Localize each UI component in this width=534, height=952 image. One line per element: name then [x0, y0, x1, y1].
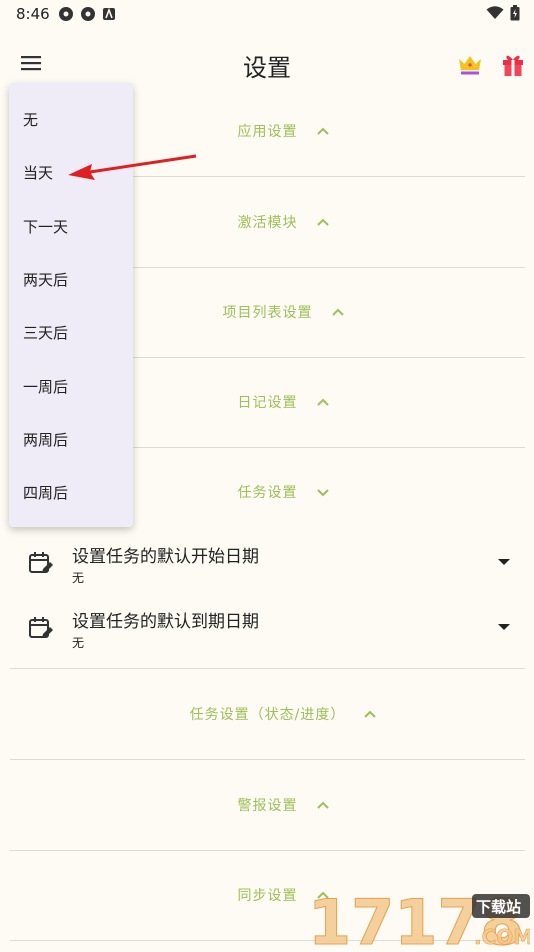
setting-title: 设置任务的默认开始日期	[72, 547, 259, 567]
section-label: 项目列表设置	[222, 305, 313, 321]
calendar-edit-icon	[29, 552, 53, 573]
section-task-status-settings[interactable]: 任务设置（状态/进度）	[10, 669, 525, 760]
premium-button[interactable]	[455, 50, 485, 78]
sync-notification-icon-2	[81, 7, 95, 21]
watermark-logo-icon: 17178 下载站 .COM	[308, 886, 534, 952]
dropdown-option-one-week-later[interactable]: 一周后	[9, 360, 133, 413]
section-alert-settings[interactable]: 警报设置	[10, 760, 525, 851]
dropdown-option-two-weeks-later[interactable]: 两周后	[9, 413, 133, 466]
setting-value: 无	[72, 636, 85, 650]
section-label: 日记设置	[237, 395, 298, 411]
dropdown-option-four-weeks-later[interactable]: 四周后	[9, 466, 133, 519]
dropdown-option-same-day[interactable]: 当天	[9, 146, 133, 199]
setting-title: 设置任务的默认到期日期	[72, 612, 259, 632]
default-start-date-setting[interactable]: 设置任务的默认开始日期 无	[10, 538, 525, 602]
status-bar: 8:46	[0, 0, 534, 28]
chevron-up-icon	[316, 218, 329, 226]
section-label: 任务设置（状态/进度）	[189, 707, 346, 723]
battery-icon	[510, 5, 520, 21]
dropdown-option-none[interactable]: 无	[9, 93, 133, 146]
chevron-up-icon	[316, 801, 329, 809]
calendar-edit-icon	[29, 617, 53, 638]
menu-button[interactable]	[14, 48, 48, 78]
dropdown-option-next-day[interactable]: 下一天	[9, 200, 133, 253]
dropdown-caret-icon	[498, 624, 510, 630]
section-label: 警报设置	[237, 798, 298, 814]
date-options-dropdown: 无 当天 下一天 两天后 三天后 一周后 两周后 四周后	[9, 83, 133, 527]
chevron-up-icon	[364, 710, 377, 718]
crown-icon	[459, 56, 481, 75]
status-time: 8:46	[16, 5, 50, 23]
status-notification-icons	[58, 6, 116, 22]
site-watermark: 17178 下载站 .COM	[308, 886, 534, 952]
setting-value: 无	[72, 571, 85, 585]
watermark-badge: 下载站	[476, 898, 521, 916]
chevron-down-icon	[316, 489, 329, 497]
section-label: 同步设置	[237, 888, 298, 904]
chevron-up-icon	[316, 398, 329, 406]
hamburger-menu-icon	[21, 56, 41, 71]
status-system-icons	[486, 5, 520, 21]
default-due-date-setting[interactable]: 设置任务的默认到期日期 无	[10, 603, 525, 667]
wifi-icon	[486, 6, 504, 19]
gift-icon	[503, 55, 523, 76]
section-label: 任务设置	[237, 485, 298, 501]
watermark-domain: .COM	[474, 925, 530, 948]
dropdown-caret-icon	[498, 559, 510, 565]
dropdown-option-three-days-later[interactable]: 三天后	[9, 306, 133, 359]
app-notification-icon	[103, 7, 115, 20]
dropdown-option-two-days-later[interactable]: 两天后	[9, 253, 133, 306]
section-label: 激活模块	[237, 215, 298, 231]
chevron-up-icon	[331, 308, 344, 316]
chevron-up-icon	[316, 127, 329, 135]
sync-notification-icon	[59, 7, 73, 21]
page-title: 设置	[243, 54, 291, 82]
section-label: 应用设置	[237, 124, 298, 140]
gift-button[interactable]	[499, 50, 527, 78]
